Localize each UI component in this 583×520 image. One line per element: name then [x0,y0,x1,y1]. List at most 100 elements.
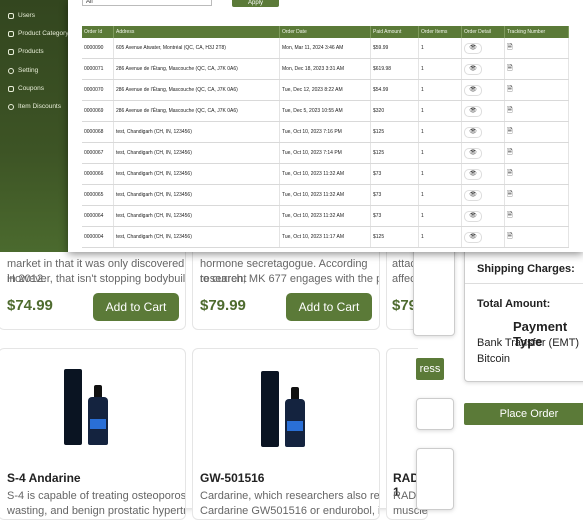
view-order-icon[interactable]: 👁 [464,84,482,96]
paid-amount-cell: $125 [370,121,419,143]
sidebar-item-users[interactable]: Users [8,12,35,19]
product-name[interactable]: GW-501516 [200,471,264,485]
tracking-document-icon[interactable]: 🗎 [507,128,513,135]
table-row: 0000090 605 Avenue Atwater, Montréal (QC,… [82,38,569,59]
status-filter-select[interactable]: All [82,0,212,6]
order-items-cell: 1 [418,142,462,164]
order-date-cell: Tue, Oct 10, 2023 11:32 AM [279,205,371,227]
table-row: 0000071 286 Avenue de l'Étang, Mascouche … [82,58,569,80]
sidebar-item-label: Product Category [18,30,69,37]
address-cell: test, Chandigarh (CH, IN, 123456) [113,142,280,164]
order-detail-cell: 👁 [461,205,505,227]
order-id-cell: 0000066 [82,163,114,185]
address-cell: 286 Avenue de l'Étang, Mascouche (QC, CA… [113,58,280,80]
paid-amount-cell: $54.99 [370,79,419,101]
add-to-cart-button[interactable]: Add to Cart [93,293,179,321]
table-row: 0000070 286 Avenue de l'Étang, Mascouche … [82,79,569,101]
order-detail-cell: 👁 [461,38,505,59]
order-items-cell: 1 [418,100,462,122]
address-cell: test, Chandigarh (CH, IN, 123456) [113,163,280,185]
tracking-cell: 🗎 [504,121,569,143]
view-order-icon[interactable]: 👁 [464,42,482,54]
payment-option-bank[interactable]: Bank Transfer (EMT) [477,337,579,349]
order-items-cell: 1 [418,121,462,143]
tracking-document-icon[interactable]: 🗎 [507,212,513,219]
order-date-cell: Mon, Dec 18, 2023 3:31 AM [279,58,371,80]
place-order-button[interactable]: Place Order [464,403,583,425]
sidebar-item-label: Setting [18,67,39,74]
sidebar-item-products[interactable]: Products [8,48,44,55]
order-date-cell: Tue, Dec 5, 2023 10:55 AM [279,100,371,122]
paid-amount-cell: $73 [370,184,419,206]
product-price: $79.99 [200,297,246,314]
order-summary: Shipping Charges: Total Amount: Payment … [464,248,583,382]
table-row: 0000066 test, Chandigarh (CH, IN, 123456)… [82,163,569,185]
tracking-document-icon[interactable]: 🗎 [507,149,513,156]
category-icon [8,30,14,37]
col-order-detail: Order Detail [461,26,505,38]
tracking-document-icon[interactable]: 🗎 [507,107,513,114]
product-desc: wasting, and benign prostatic hypertroph… [7,505,185,517]
order-date-cell: Tue, Oct 10, 2023 11:17 AM [279,226,371,248]
view-order-icon[interactable]: 👁 [464,210,482,222]
orders-table: Order Id Address Order Date Paid Amount … [82,26,569,248]
order-items-cell: 1 [418,79,462,101]
table-row: 0000065 test, Chandigarh (CH, IN, 123456)… [82,184,569,206]
sidebar-item-label: Products [18,48,44,55]
order-id-cell: 0000071 [82,58,114,80]
add-to-cart-button[interactable]: Add to Cart [286,293,372,321]
order-date-cell: Mon, Mar 11, 2024 3:46 AM [279,38,371,59]
tracking-document-icon[interactable]: 🗎 [507,86,513,93]
tracking-document-icon[interactable]: 🗎 [507,170,513,177]
address-button[interactable]: ress [416,358,444,380]
product-name[interactable]: S-4 Andarine [7,471,81,485]
paid-amount-cell: $619.98 [370,58,419,80]
col-order-items: Order Items [418,26,462,38]
product-image[interactable] [261,369,317,447]
product-desc: Cardarine, which researchers also refer … [200,490,380,502]
order-items-cell: 1 [418,205,462,227]
table-row: 0000067 test, Chandigarh (CH, IN, 123456)… [82,142,569,164]
notes-box[interactable] [416,398,454,430]
table-row: 0000069 286 Avenue de l'Étang, Mascouche … [82,100,569,122]
order-id-cell: 0000069 [82,100,114,122]
product-image[interactable] [64,367,120,445]
order-date-cell: Tue, Oct 10, 2023 11:32 AM [279,184,371,206]
order-id-cell: 0000065 [82,184,114,206]
paid-amount-cell: $59.99 [370,38,419,59]
product-card[interactable]: S-4 Andarine S-4 is capable of treating … [0,348,186,520]
col-address: Address [113,26,280,38]
tracking-document-icon[interactable]: 🗎 [507,233,513,240]
col-tracking-number: Tracking Number [504,26,569,38]
order-date-cell: Tue, Dec 12, 2023 8:22 AM [279,79,371,101]
users-icon [8,12,14,19]
view-order-icon[interactable]: 👁 [464,231,482,243]
order-id-cell: 0000068 [82,121,114,143]
view-order-icon[interactable]: 👁 [464,189,482,201]
sidebar-item-product-category[interactable]: Product Category [8,30,69,37]
view-order-icon[interactable]: 👁 [464,168,482,180]
tracking-cell: 🗎 [504,100,569,122]
view-order-icon[interactable]: 👁 [464,63,482,75]
address-cell: test, Chandigarh (CH, IN, 123456) [113,205,280,227]
payment-option-bitcoin[interactable]: Bitcoin [477,353,510,365]
view-order-icon[interactable]: 👁 [464,105,482,117]
apply-button[interactable]: Apply [232,0,279,7]
paid-amount-cell: $73 [370,205,419,227]
shipping-label: Shipping Charges: [477,263,575,275]
sidebar-item-label: Coupons [18,85,45,92]
sidebar-item-setting[interactable]: Setting [8,67,38,74]
address-cell: test, Chandigarh (CH, IN, 123456) [113,121,280,143]
comment-box[interactable] [416,448,454,510]
view-order-icon[interactable]: 👁 [464,147,482,159]
order-id-cell: 0000067 [82,142,114,164]
col-order-id: Order Id [82,26,114,38]
view-order-icon[interactable]: 👁 [464,126,482,138]
tracking-document-icon[interactable]: 🗎 [507,191,513,198]
tracking-document-icon[interactable]: 🗎 [507,65,513,72]
sidebar-item-coupons[interactable]: Coupons [8,85,44,92]
tracking-document-icon[interactable]: 🗎 [507,44,513,51]
product-card[interactable]: GW-501516 Cardarine, which researchers a… [192,348,380,520]
sidebar-item-item-discounts[interactable]: Item Discounts [8,103,61,110]
sidebar-item-label: Item Discounts [18,103,61,110]
